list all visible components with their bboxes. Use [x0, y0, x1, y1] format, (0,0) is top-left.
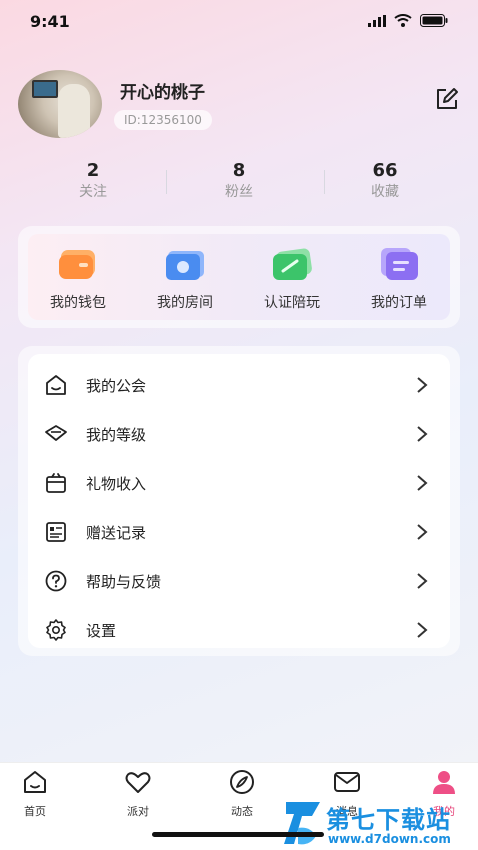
stat-following[interactable]: 2 关注: [43, 160, 143, 202]
certify-icon: [273, 248, 312, 280]
wifi-icon: [394, 14, 412, 27]
stat-value: 2: [86, 160, 100, 181]
quick-action-order[interactable]: 我的订单: [349, 246, 449, 316]
chevron-right-icon: [417, 475, 428, 491]
home-indicator: [152, 832, 324, 837]
stat-value: 8: [232, 160, 246, 181]
quick-action-wallet[interactable]: 我的钱包: [28, 246, 128, 316]
guild-icon: [46, 375, 66, 395]
menu-item-gift-income[interactable]: 礼物收入: [28, 460, 450, 506]
quick-actions-card: 我的钱包 我的房间 认证陪玩 我的订单: [18, 226, 460, 328]
status-icons: [368, 14, 448, 27]
tab-home[interactable]: 首页: [0, 767, 70, 819]
watermark-url: www.d7down.com: [328, 832, 451, 846]
status-bar: 9:41: [0, 0, 478, 46]
status-time: 9:41: [30, 12, 70, 31]
help-icon: [45, 570, 67, 592]
menu-item-help[interactable]: 帮助与反馈: [28, 558, 450, 604]
menu-card: 我的公会 我的等级 礼物收入 赠送记录 帮助与反馈 设置: [18, 346, 460, 656]
order-icon: [381, 248, 418, 280]
gift-icon: [46, 473, 66, 493]
tab-label: 动态: [231, 805, 253, 818]
watermark: 第七下载站 www.d7down.com: [282, 796, 478, 850]
menu-item-settings[interactable]: 设置: [28, 607, 450, 653]
menu-item-guild[interactable]: 我的公会: [28, 362, 450, 408]
avatar[interactable]: [18, 70, 102, 138]
profile-header: 开心的桃子 ID:12356100: [0, 66, 478, 146]
menu-item-level[interactable]: 我的等级: [28, 411, 450, 457]
username: 开心的桃子: [120, 83, 205, 103]
quick-action-label: 我的房间: [157, 295, 213, 311]
compass-icon: [230, 770, 254, 794]
user-id-badge: ID:12356100: [114, 110, 212, 130]
chevron-right-icon: [417, 426, 428, 442]
quick-action-certify[interactable]: 认证陪玩: [242, 246, 342, 316]
quick-actions-panel: 我的钱包 我的房间 认证陪玩 我的订单: [28, 234, 450, 320]
heart-icon: [125, 772, 151, 793]
tab-moments[interactable]: 动态: [207, 767, 277, 819]
menu-item-label: 设置: [86, 622, 117, 640]
stat-value: 66: [372, 160, 398, 181]
menu-item-label: 我的等级: [86, 426, 147, 444]
menu-item-label: 我的公会: [86, 377, 147, 395]
chevron-right-icon: [417, 524, 428, 540]
wallet-icon: [59, 250, 95, 279]
menu-item-gift-record[interactable]: 赠送记录: [28, 509, 450, 555]
quick-action-label: 我的订单: [371, 295, 427, 311]
stat-label: 关注: [79, 184, 107, 200]
chevron-right-icon: [417, 573, 428, 589]
chevron-right-icon: [417, 377, 428, 393]
battery-icon: [420, 14, 448, 27]
stat-divider: [324, 170, 325, 194]
quick-action-label: 认证陪玩: [264, 295, 320, 311]
profile-icon: [433, 771, 455, 794]
stat-label: 粉丝: [225, 184, 253, 200]
mail-icon: [334, 772, 360, 792]
tab-label: 派对: [127, 805, 149, 818]
quick-action-room[interactable]: 我的房间: [135, 246, 235, 316]
stats-row: 2 关注 8 粉丝 66 收藏: [0, 160, 478, 204]
stat-label: 收藏: [371, 184, 399, 200]
menu-item-label: 帮助与反馈: [86, 573, 162, 591]
watermark-logo-icon: [284, 802, 320, 845]
avatar-photo-screen: [32, 80, 58, 98]
level-icon: [45, 425, 67, 441]
menu-item-label: 礼物收入: [86, 475, 147, 493]
edit-icon[interactable]: [434, 86, 460, 112]
stat-fans[interactable]: 8 粉丝: [189, 160, 289, 202]
signal-icon: [368, 14, 386, 27]
tab-party[interactable]: 派对: [103, 767, 173, 819]
quick-action-label: 我的钱包: [50, 295, 106, 311]
avatar-photo-statue: [58, 84, 90, 138]
room-icon: [166, 251, 204, 280]
chevron-right-icon: [417, 622, 428, 638]
settings-icon: [46, 619, 66, 641]
menu-list: 我的公会 我的等级 礼物收入 赠送记录 帮助与反馈 设置: [28, 354, 450, 648]
home-icon: [24, 771, 46, 793]
tab-label: 首页: [24, 805, 46, 818]
stat-divider: [166, 170, 167, 194]
stat-favorites[interactable]: 66 收藏: [335, 160, 435, 202]
menu-item-label: 赠送记录: [86, 524, 147, 542]
watermark-title: 第七下载站: [326, 806, 451, 834]
record-icon: [46, 522, 66, 542]
